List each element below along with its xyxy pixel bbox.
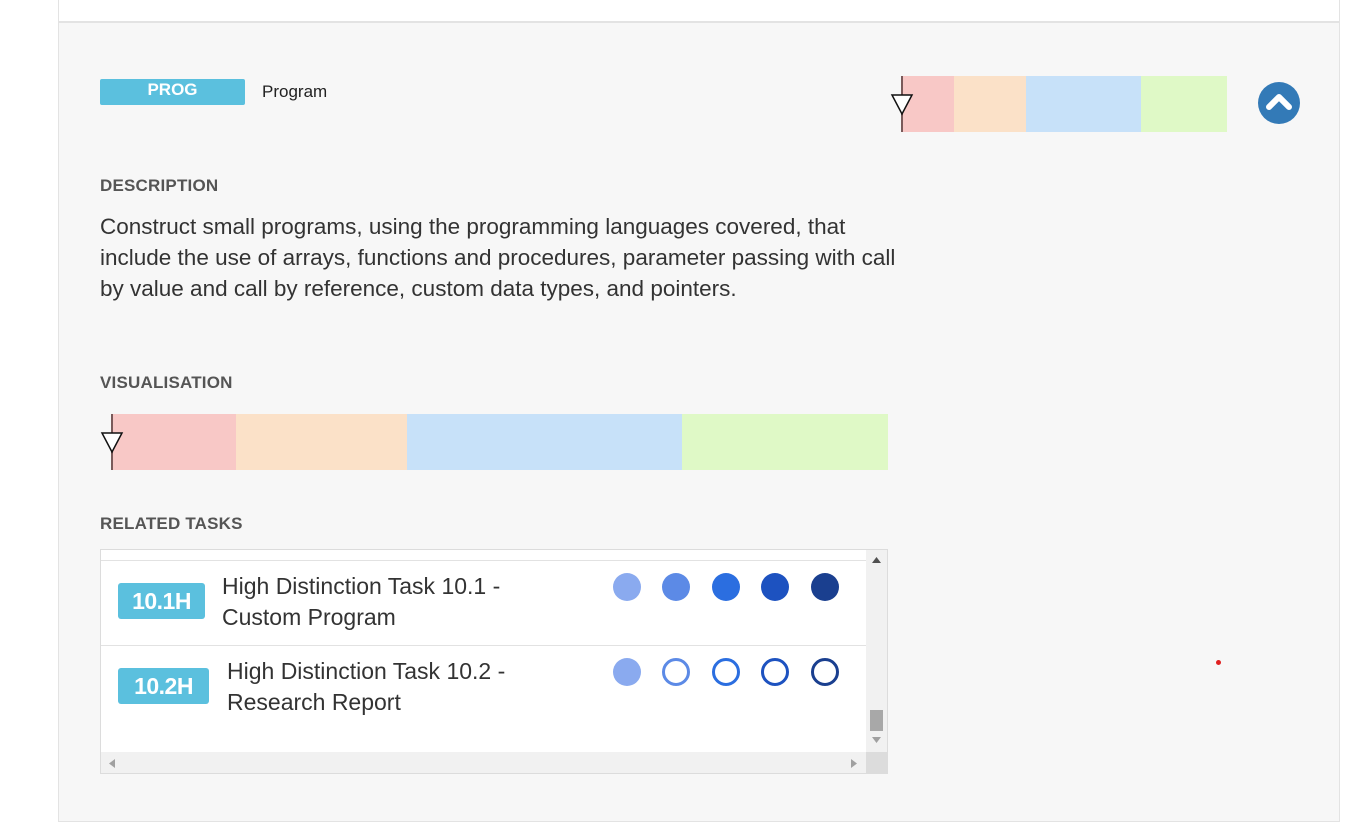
task-title-line: Research Report — [227, 689, 401, 715]
scroll-right-arrow-icon[interactable] — [850, 758, 858, 769]
alignment-dot[interactable] — [811, 573, 839, 601]
scrollbar-corner — [866, 752, 887, 773]
alignment-dot[interactable] — [712, 658, 740, 686]
task-title[interactable]: High Distinction Task 10.2 - Research Re… — [227, 656, 557, 718]
task-title-line: High Distinction Task 10.1 - — [222, 573, 501, 599]
alignment-dot[interactable] — [662, 573, 690, 601]
description-heading: DESCRIPTION — [100, 176, 219, 195]
related-tasks-heading: RELATED TASKS — [100, 514, 243, 533]
scroll-down-arrow-icon[interactable] — [871, 736, 882, 744]
bar-segment-high-distinction — [1141, 76, 1227, 132]
related-tasks-list[interactable]: 10.1H High Distinction Task 10.1 - Custo… — [100, 549, 888, 774]
alignment-dot[interactable] — [662, 658, 690, 686]
ilo-name: Program — [262, 82, 328, 101]
bar-segment-distinction — [407, 414, 682, 470]
previous-card — [58, 0, 1340, 22]
task-row[interactable]: 10.2H High Distinction Task 10.2 - Resea… — [101, 645, 866, 730]
task-code-badge: 10.1H — [118, 583, 205, 619]
task-title[interactable]: High Distinction Task 10.1 - Custom Prog… — [222, 571, 552, 633]
bar-segment-credit — [236, 414, 407, 470]
chevron-up-icon[interactable] — [1258, 82, 1300, 124]
visualisation-heading: VISUALISATION — [100, 373, 233, 392]
bar-segment-high-distinction — [682, 414, 888, 470]
alignment-dot[interactable] — [761, 573, 789, 601]
bar-segment-distinction — [1026, 76, 1141, 132]
vertical-scroll-thumb[interactable] — [870, 710, 883, 731]
vertical-scrollbar[interactable] — [866, 550, 887, 752]
bar-segment-credit — [954, 76, 1026, 132]
cursor-marker — [1216, 660, 1221, 665]
horizontal-scrollbar[interactable] — [101, 752, 866, 773]
triangle-down-icon — [100, 432, 124, 454]
task-code-badge: 10.2H — [118, 668, 209, 704]
task-title-line: High Distinction Task 10.2 - — [227, 658, 506, 684]
bar-segment-pass — [112, 414, 236, 470]
task-row[interactable]: 10.1H High Distinction Task 10.1 - Custo… — [101, 560, 866, 645]
ilo-abbreviation-badge: PROG — [100, 79, 245, 105]
triangle-down-icon — [890, 94, 914, 116]
scroll-left-arrow-icon[interactable] — [108, 758, 116, 769]
description-text: Construct small programs, using the prog… — [100, 214, 896, 301]
scroll-up-arrow-icon[interactable] — [871, 556, 882, 564]
alignment-dot[interactable] — [811, 658, 839, 686]
alignment-dot[interactable] — [613, 573, 641, 601]
task-title-line: Custom Program — [222, 604, 396, 630]
alignment-dot[interactable] — [712, 573, 740, 601]
alignment-dot[interactable] — [613, 658, 641, 686]
alignment-dot[interactable] — [761, 658, 789, 686]
